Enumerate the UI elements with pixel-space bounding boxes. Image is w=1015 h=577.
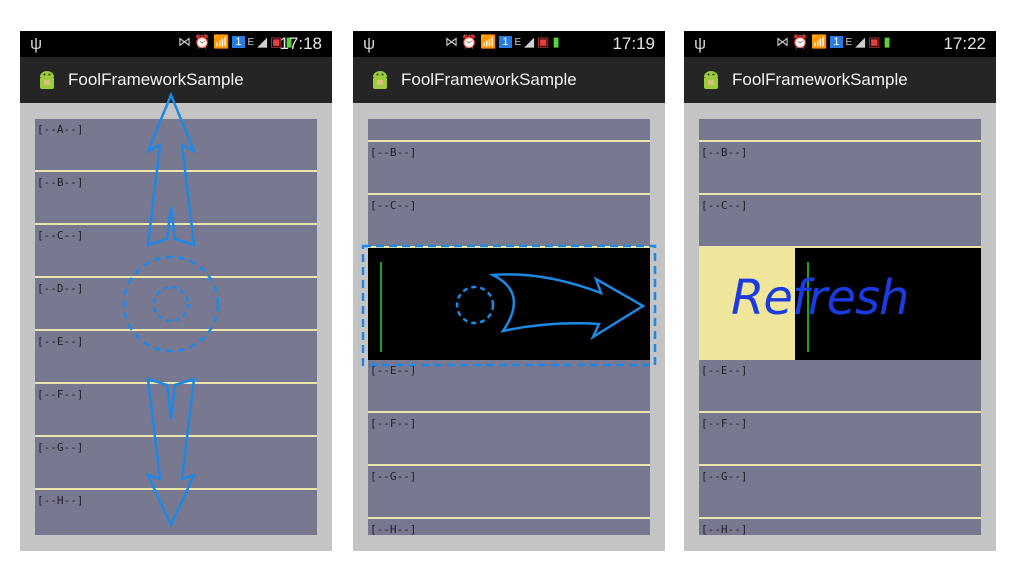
usb-icon: ψ bbox=[363, 34, 376, 53]
app-bar: FoolFrameworkSample bbox=[20, 57, 332, 103]
network-type: E bbox=[247, 36, 255, 48]
list-item[interactable]: [--F--] bbox=[699, 413, 981, 466]
status-icons: ⋈ ⏰ 📶 1 E ◢ ▣ ▮ bbox=[445, 34, 560, 50]
status-time: 17:18 bbox=[279, 34, 322, 53]
status-icons: ⋈ ⏰ 📶 1 E ◢ ▣ ▮ bbox=[178, 34, 293, 50]
list-item-label: [--G--] bbox=[37, 441, 84, 454]
content-area: [--B--] [--C--] [--E--] [--F--] [--G--] … bbox=[684, 103, 996, 551]
status-time: 17:19 bbox=[612, 34, 655, 53]
list-item-label: [--G--] bbox=[370, 470, 417, 483]
usb-icon: ψ bbox=[694, 34, 707, 53]
list-item-label: [--E--] bbox=[701, 364, 748, 377]
list-item[interactable]: [--G--] bbox=[35, 437, 317, 490]
network-type: E bbox=[514, 36, 522, 48]
list-item[interactable]: [--E--] bbox=[35, 331, 317, 384]
app-title: FoolFrameworkSample bbox=[732, 70, 908, 89]
list-item-label: [--F--] bbox=[701, 417, 748, 430]
android-icon bbox=[704, 71, 718, 89]
android-icon bbox=[40, 71, 54, 89]
signal-icon: ◢ bbox=[855, 34, 866, 49]
list-view[interactable]: [--A--] [--B--] [--C--] [--D--] [--E--] … bbox=[35, 119, 317, 535]
list-item[interactable]: [--B--] bbox=[699, 142, 981, 195]
wifi-icon: 📶 bbox=[480, 34, 497, 49]
app-bar: FoolFrameworkSample bbox=[353, 57, 665, 103]
list-item[interactable] bbox=[368, 119, 650, 142]
list-item[interactable]: [--D--] bbox=[35, 278, 317, 331]
list-item-label: [--F--] bbox=[37, 388, 84, 401]
list-item-label: [--B--] bbox=[37, 176, 84, 189]
battery-icon: ▮ bbox=[552, 34, 560, 49]
mute-icon: ⋈ bbox=[445, 34, 458, 49]
phone-screen-1: ψ ⋈ ⏰ 📶 1 E ◢ ▣ ▮ 17:18 FoolFrameworkSam… bbox=[20, 31, 332, 551]
list-item[interactable]: [--F--] bbox=[35, 384, 317, 437]
alarm-icon: ⏰ bbox=[792, 34, 809, 49]
battery-icon: ▮ bbox=[883, 34, 891, 49]
list-item-label: [--E--] bbox=[37, 335, 84, 348]
drag-indicator bbox=[380, 262, 382, 352]
content-area: [--A--] [--B--] [--C--] [--D--] [--E--] … bbox=[20, 103, 332, 551]
alarm-icon: ⏰ bbox=[194, 34, 211, 49]
alarm-icon: ⏰ bbox=[461, 34, 478, 49]
app-bar: FoolFrameworkSample bbox=[684, 57, 996, 103]
app-title: FoolFrameworkSample bbox=[68, 70, 244, 89]
app-title: FoolFrameworkSample bbox=[401, 70, 577, 89]
list-item-label: [--H--] bbox=[37, 494, 84, 507]
mute-icon: ⋈ bbox=[776, 34, 789, 49]
sim-icon: 1 bbox=[232, 36, 245, 48]
list-item-label: [--A--] bbox=[37, 123, 84, 136]
list-item-label: [--F--] bbox=[370, 417, 417, 430]
list-item[interactable]: [--G--] bbox=[368, 466, 650, 519]
wifi-icon: 📶 bbox=[811, 34, 828, 49]
mute-icon: ⋈ bbox=[178, 34, 191, 49]
status-time: 17:22 bbox=[943, 34, 986, 53]
list-item[interactable]: [--E--] bbox=[699, 360, 981, 413]
wifi-icon: 📶 bbox=[213, 34, 230, 49]
status-bar: ψ ⋈ ⏰ 📶 1 E ◢ ▣ ▮ 17:19 bbox=[353, 31, 665, 57]
phone-screen-3: ψ ⋈ ⏰ 📶 1 E ◢ ▣ ▮ 17:22 FoolFrameworkSam… bbox=[684, 31, 996, 551]
status-icons: ⋈ ⏰ 📶 1 E ◢ ▣ ▮ bbox=[776, 34, 891, 50]
signal-icon: ◢ bbox=[257, 34, 268, 49]
list-item-label: [--E--] bbox=[370, 364, 417, 377]
list-item-label: [--D--] bbox=[37, 282, 84, 295]
swiped-list-item[interactable]: Refresh bbox=[699, 248, 981, 360]
list-item-label: [--C--] bbox=[37, 229, 84, 242]
status-bar: ψ ⋈ ⏰ 📶 1 E ◢ ▣ ▮ 17:22 bbox=[684, 31, 996, 57]
list-item[interactable]: [--B--] bbox=[368, 142, 650, 195]
list-item[interactable]: [--C--] bbox=[699, 195, 981, 248]
list-item-label: [--H--] bbox=[701, 523, 748, 535]
list-item-label: [--G--] bbox=[701, 470, 748, 483]
list-item[interactable]: [--B--] bbox=[35, 172, 317, 225]
list-item[interactable]: [--H--] bbox=[368, 519, 650, 535]
list-item-label: [--H--] bbox=[370, 523, 417, 535]
status-bar: ψ ⋈ ⏰ 📶 1 E ◢ ▣ ▮ 17:18 bbox=[20, 31, 332, 57]
list-item[interactable]: [--H--] bbox=[699, 519, 981, 535]
list-item[interactable]: [--E--] bbox=[368, 360, 650, 413]
list-item[interactable]: [--C--] bbox=[368, 195, 650, 248]
list-item[interactable]: [--A--] bbox=[35, 119, 317, 172]
sim-icon: 1 bbox=[499, 36, 512, 48]
network-type: E bbox=[845, 36, 853, 48]
list-item[interactable] bbox=[699, 119, 981, 142]
list-item[interactable]: [--G--] bbox=[699, 466, 981, 519]
swiping-list-item[interactable] bbox=[368, 248, 650, 360]
list-item[interactable]: [--C--] bbox=[35, 225, 317, 278]
list-item-label: [--B--] bbox=[370, 146, 417, 159]
phone-screen-2: ψ ⋈ ⏰ 📶 1 E ◢ ▣ ▮ 17:19 FoolFrameworkSam… bbox=[353, 31, 665, 551]
android-icon bbox=[373, 71, 387, 89]
content-area: [--B--] [--C--] [--E--] [--F--] [--G--] … bbox=[353, 103, 665, 551]
list-item-label: [--C--] bbox=[370, 199, 417, 212]
refresh-label: Refresh bbox=[731, 270, 909, 326]
signal-icon: ◢ bbox=[524, 34, 535, 49]
no-sim-icon: ▣ bbox=[868, 34, 881, 49]
sim-icon: 1 bbox=[830, 36, 843, 48]
list-item[interactable]: [--H--] bbox=[35, 490, 317, 535]
list-item[interactable]: [--F--] bbox=[368, 413, 650, 466]
list-item-label: [--B--] bbox=[701, 146, 748, 159]
no-sim-icon: ▣ bbox=[537, 34, 550, 49]
usb-icon: ψ bbox=[30, 34, 43, 53]
list-item-label: [--C--] bbox=[701, 199, 748, 212]
